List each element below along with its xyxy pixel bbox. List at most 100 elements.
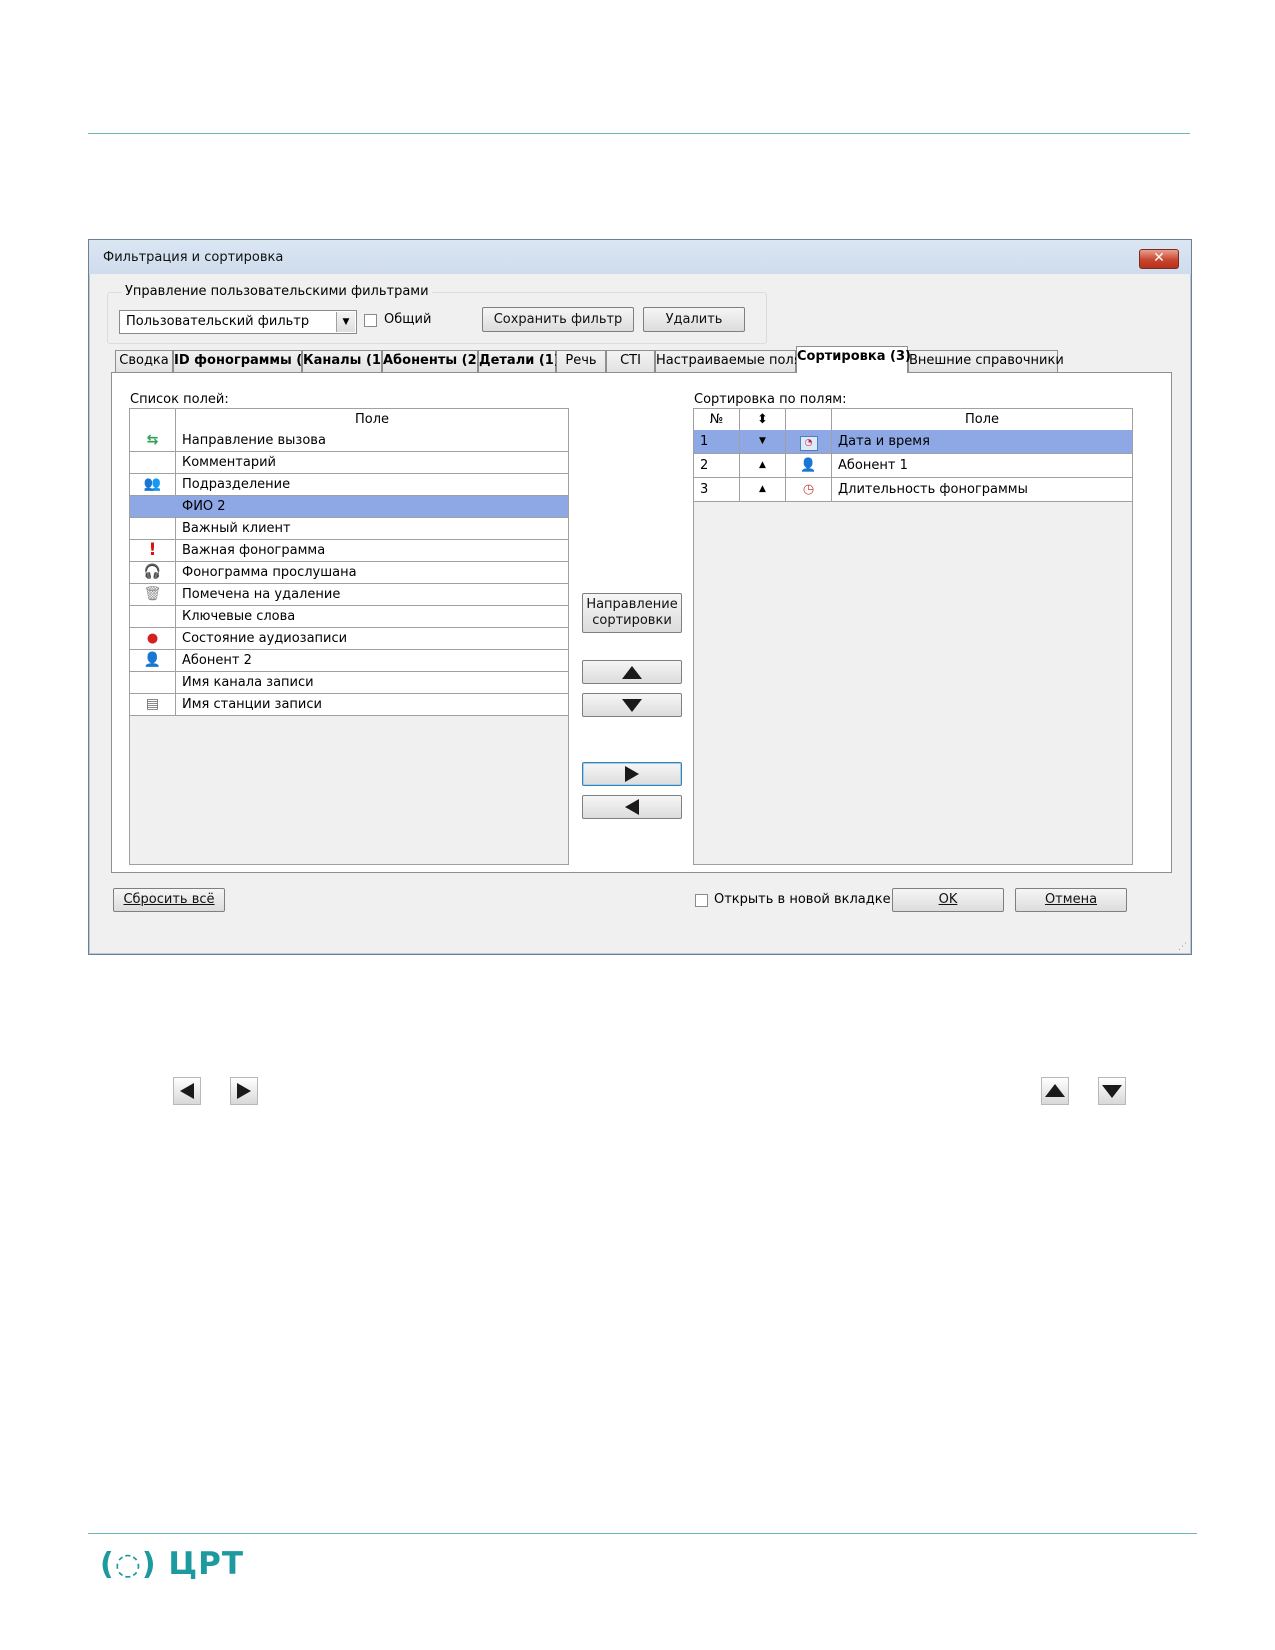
move-up-button[interactable]: [582, 660, 682, 684]
group-icon: 👥: [130, 474, 176, 495]
shared-checkbox[interactable]: [364, 314, 377, 327]
shared-label: Общий: [384, 312, 432, 327]
chevron-down-icon[interactable]: ▼: [336, 312, 355, 332]
trash-icon: 🗑: [130, 584, 176, 605]
cancel-label: Отмена: [1044, 892, 1098, 907]
close-icon: ✕: [1153, 250, 1165, 266]
list-item[interactable]: 🗑 Помечена на удаление: [130, 584, 568, 606]
top-divider: [88, 133, 1190, 134]
dialog-title: Фильтрация и сортировка: [103, 250, 284, 265]
list-item[interactable]: 🎧 Фонограмма прослушана: [130, 562, 568, 584]
empty-icon-cell: [130, 672, 176, 693]
bottom-divider: [88, 1533, 1197, 1534]
tab-custom-fields[interactable]: Настраиваемые поля: [655, 350, 802, 372]
user-green-icon: 👤: [786, 454, 832, 477]
clock-icon: ◷: [786, 478, 832, 501]
close-button[interactable]: ✕: [1139, 249, 1179, 269]
row-field: Длительность фонограммы: [838, 482, 1028, 497]
reset-all-button[interactable]: Сбросить всё: [113, 888, 225, 912]
list-item[interactable]: ▤ Имя станции записи: [130, 694, 568, 716]
filters-group-label: Управление пользовательскими фильтрами: [122, 284, 432, 299]
sort-desc-icon[interactable]: ▼: [740, 430, 786, 453]
ok-button[interactable]: OK: [892, 888, 1004, 912]
row-field: Абонент 1: [838, 458, 908, 473]
resize-grip-icon[interactable]: ⋰: [1178, 942, 1187, 952]
tab-subscribers[interactable]: Абоненты (2): [382, 350, 483, 372]
list-item[interactable]: Важный клиент: [130, 518, 568, 540]
calendar-icon: ◔: [786, 430, 832, 453]
tab-summary[interactable]: Сводка: [115, 350, 173, 372]
sort-direction-button[interactable]: Направление сортировки: [582, 593, 682, 633]
list-item-label: Фонограмма прослушана: [182, 565, 357, 580]
reset-all-label: Сбросить всё: [123, 892, 215, 907]
sort-asc-icon[interactable]: ▲: [740, 454, 786, 477]
list-item-label: Состояние аудиозаписи: [182, 631, 348, 646]
logo-mark-icon: (◌): [100, 1547, 157, 1582]
headphones-icon: 🎧: [130, 562, 176, 583]
tab-external-directories[interactable]: Внешние справочники: [908, 350, 1064, 372]
arrows-icon: ⇆: [130, 430, 176, 451]
empty-icon-cell: [130, 496, 176, 517]
empty-icon-cell: [130, 518, 176, 539]
tab-channels[interactable]: Каналы (1): [302, 350, 387, 372]
field-column-header[interactable]: Поле: [176, 409, 568, 430]
table-row-selected[interactable]: 1 ▼ ◔ Дата и время: [694, 430, 1132, 454]
open-new-tab-label: Открыть в новой вкладке: [714, 892, 891, 907]
list-item[interactable]: Комментарий: [130, 452, 568, 474]
filter-combobox-value: Пользовательский фильтр: [126, 314, 310, 329]
list-item[interactable]: Имя канала записи: [130, 672, 568, 694]
delete-filter-button[interactable]: Удалить: [643, 307, 745, 332]
list-item-label: Комментарий: [182, 455, 276, 470]
arrow-up-icon: [622, 666, 642, 679]
table-row[interactable]: 2 ▲ 👤 Абонент 1: [694, 454, 1132, 478]
sort-list-header: № ⬍ Поле: [694, 409, 1132, 431]
filter-combobox[interactable]: Пользовательский фильтр ▼: [119, 310, 357, 334]
dialog-titlebar: Фильтрация и сортировка ✕: [89, 240, 1191, 274]
list-item-label: ФИО 2: [182, 499, 226, 514]
company-logo: (◌) ЦРТ: [100, 1546, 244, 1582]
list-item-selected[interactable]: ФИО 2: [130, 496, 568, 518]
empty-icon-cell: [130, 452, 176, 473]
empty-icon-cell: [130, 606, 176, 627]
cancel-button[interactable]: Отмена: [1015, 888, 1127, 912]
tab-speech[interactable]: Речь: [556, 350, 606, 372]
list-item[interactable]: 👥 Подразделение: [130, 474, 568, 496]
tab-phonogram-id[interactable]: ID фонограммы (1): [173, 350, 317, 372]
move-down-button[interactable]: [582, 693, 682, 717]
remove-from-sort-button[interactable]: [582, 795, 682, 819]
fields-list-grid[interactable]: Поле ⇆ Направление вызова Комментарий 👥 …: [129, 408, 569, 865]
add-to-sort-button[interactable]: [582, 762, 682, 786]
list-item-label: Имя канала записи: [182, 675, 314, 690]
arrow-right-icon: [230, 1077, 258, 1105]
tab-details[interactable]: Детали (1): [478, 350, 560, 372]
fields-list-header: Поле: [130, 409, 568, 431]
icon-column-header: [786, 409, 832, 430]
user-icon: 👤: [130, 650, 176, 671]
exclamation-icon: !: [130, 540, 176, 561]
table-row[interactable]: 3 ▲ ◷ Длительность фонограммы: [694, 478, 1132, 502]
tab-sorting[interactable]: Сортировка (3): [796, 346, 911, 373]
sort-list-label: Сортировка по полям:: [694, 392, 847, 407]
fields-list-label: Список полей:: [130, 392, 229, 407]
list-item-label: Направление вызова: [182, 433, 326, 448]
sort-list-grid[interactable]: № ⬍ Поле 1 ▼ ◔ Дата и время 2 ▲ 👤 Абонен…: [693, 408, 1133, 865]
sort-direction-label-line2: сортировки: [592, 613, 672, 628]
arrow-down-icon: [622, 699, 642, 712]
list-item[interactable]: ● Состояние аудиозаписи: [130, 628, 568, 650]
sort-asc-icon[interactable]: ▲: [740, 478, 786, 501]
save-filter-button[interactable]: Сохранить фильтр: [482, 307, 634, 332]
sorting-tab-pane: Список полей: Поле ⇆ Направление вызова …: [111, 372, 1172, 873]
number-column-header[interactable]: №: [694, 409, 740, 430]
list-item[interactable]: 👤 Абонент 2: [130, 650, 568, 672]
field-column-header[interactable]: Поле: [832, 409, 1132, 430]
list-item[interactable]: ! Важная фонограмма: [130, 540, 568, 562]
tab-cti[interactable]: CTI: [606, 350, 655, 372]
arrow-right-icon: [625, 766, 639, 782]
sort-updown-icon: ⬍: [757, 412, 768, 427]
open-new-tab-checkbox[interactable]: [695, 894, 708, 907]
arrow-down-icon: [1098, 1077, 1126, 1105]
list-item[interactable]: Ключевые слова: [130, 606, 568, 628]
direction-column-header[interactable]: ⬍: [740, 409, 786, 430]
arrow-up-icon: [1041, 1077, 1069, 1105]
list-item[interactable]: ⇆ Направление вызова: [130, 430, 568, 452]
